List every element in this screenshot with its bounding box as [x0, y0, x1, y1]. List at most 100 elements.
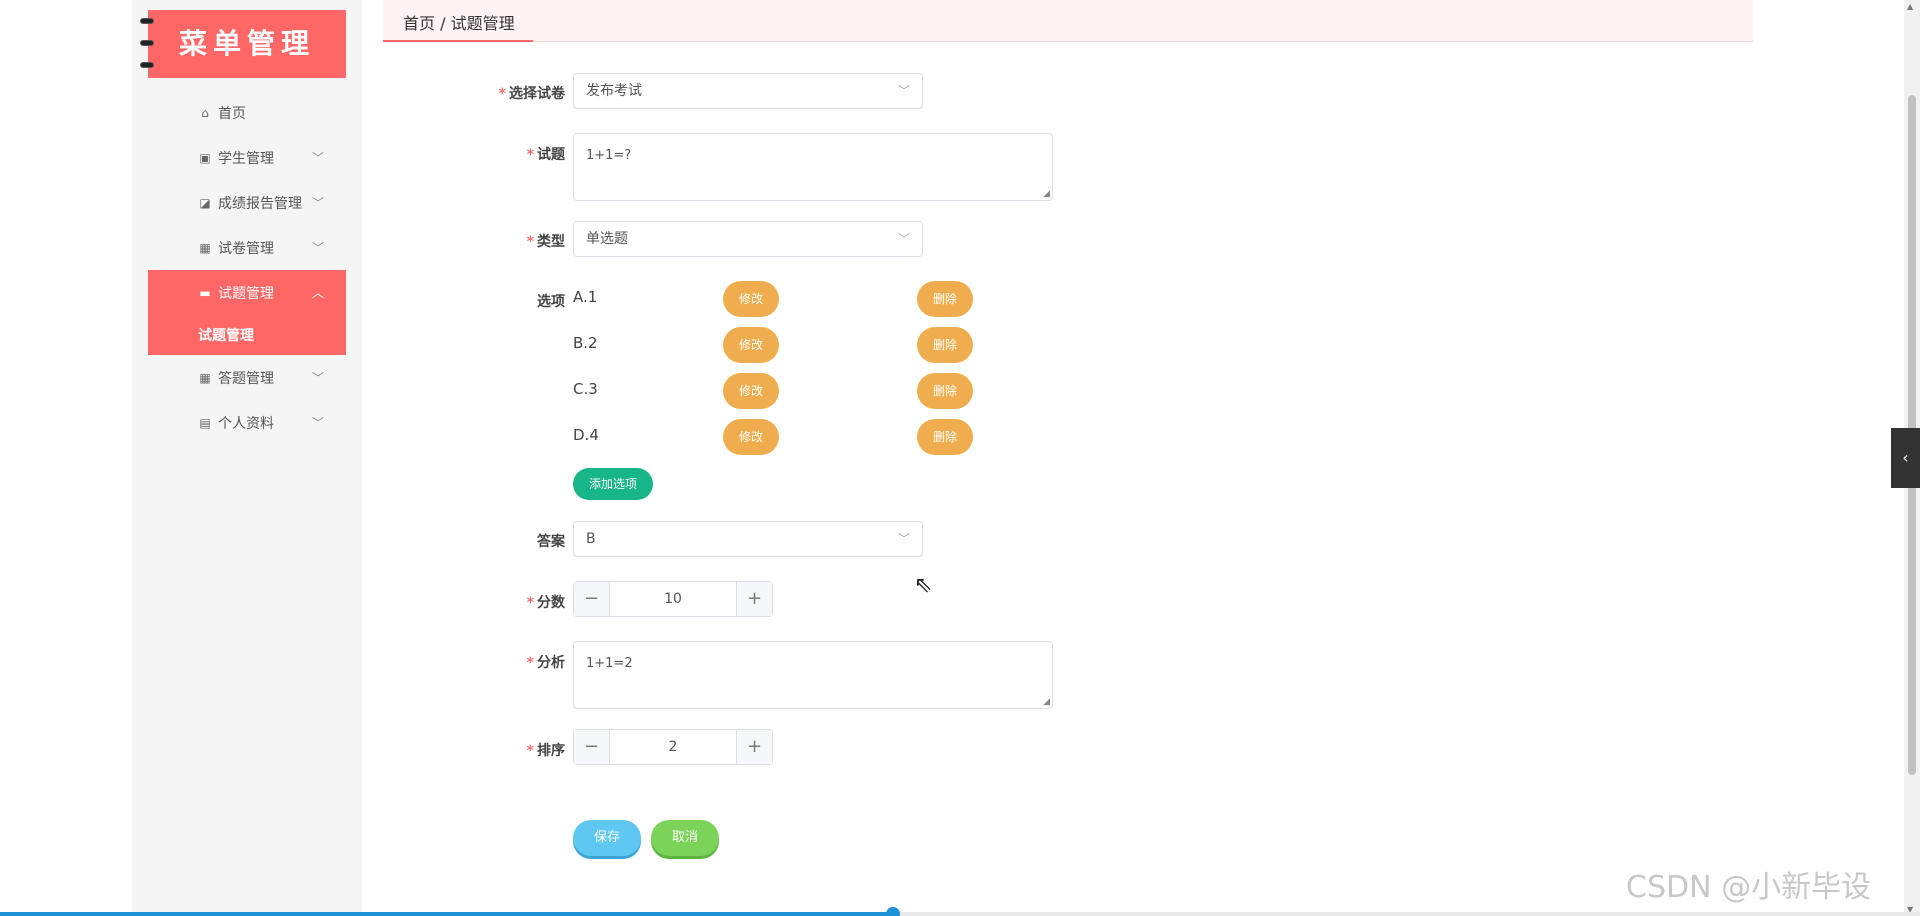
sidebar-item-label: 试卷管理 [218, 240, 274, 257]
score-label: 分数 [537, 595, 565, 611]
option-text: B.2 [573, 334, 598, 352]
edit-option-button[interactable]: 修改 [723, 373, 779, 409]
video-progress-knob[interactable] [886, 907, 900, 916]
sort-stepper[interactable]: − 2 + [573, 729, 773, 765]
plus-icon[interactable]: + [736, 730, 772, 764]
sidebar-item-home[interactable]: ⌂ 首页 [148, 90, 346, 135]
sidebar: 菜单管理 ⌂ 首页 ▣ 学生管理 ﹀ ◪ 成绩报告管理 ﹀ ▦ 试卷管理 ﹀ ▬… [132, 0, 362, 916]
option-text: A.1 [573, 288, 598, 306]
breadcrumb: 首页 / 试题管理 [383, 0, 1753, 42]
analysis-textarea[interactable]: 1+1=2 ◢ [573, 641, 1053, 709]
options-label: 选项 [537, 294, 565, 310]
save-button[interactable]: 保存 [573, 820, 641, 856]
chevron-left-icon: ‹ [1902, 448, 1909, 467]
plus-icon[interactable]: + [736, 582, 772, 616]
form-row-question: * 试题 [470, 144, 573, 164]
chevron-down-icon: ﹀ [311, 196, 324, 210]
sidebar-item-label: 首页 [218, 105, 246, 122]
chevron-down-icon: ﹀ [897, 532, 910, 546]
sidebar-item-reports[interactable]: ◪ 成绩报告管理 ﹀ [148, 180, 346, 225]
paper-select[interactable]: 发布考试 ﹀ [573, 73, 923, 109]
logo: 菜单管理 [140, 10, 346, 78]
scroll-up-icon[interactable]: ▲ [1907, 2, 1913, 11]
delete-option-button[interactable]: 删除 [917, 419, 973, 455]
logo-text: 菜单管理 [178, 27, 315, 60]
chevron-down-icon: ﹀ [897, 232, 910, 246]
chevron-down-icon: ﹀ [897, 84, 910, 98]
sort-value[interactable]: 2 [610, 730, 736, 764]
answer-label: 答案 [537, 534, 565, 550]
home-icon: ⌂ [201, 105, 209, 120]
form-row-type: * 类型 [470, 231, 573, 251]
answer-select[interactable]: B ﹀ [573, 521, 923, 557]
type-select-value: 单选题 [586, 231, 628, 247]
sidebar-item-questions[interactable]: ▬ 试题管理 ︿ [148, 270, 346, 315]
add-option-button[interactable]: 添加选项 [573, 468, 653, 500]
required-mark: * [526, 655, 534, 671]
video-progress-bar[interactable] [0, 907, 1920, 916]
sidebar-item-students[interactable]: ▣ 学生管理 ﹀ [148, 135, 346, 180]
resize-handle-icon[interactable]: ◢ [1043, 189, 1050, 199]
grid-icon: ▦ [199, 370, 211, 385]
sidebar-item-label: 答题管理 [218, 370, 274, 387]
chevron-down-icon: ﹀ [311, 416, 324, 430]
required-mark: * [526, 147, 534, 163]
score-value[interactable]: 10 [610, 582, 736, 616]
collapse-panel-button[interactable]: ‹ [1891, 428, 1920, 488]
sidebar-item-papers[interactable]: ▦ 试卷管理 ﹀ [148, 225, 346, 270]
minus-icon[interactable]: − [574, 730, 610, 764]
grid-icon: ▦ [199, 240, 211, 255]
monitor-icon: ▬ [199, 285, 211, 300]
analysis-label: 分析 [537, 655, 565, 671]
score-stepper[interactable]: − 10 + [573, 581, 773, 617]
mouse-cursor-icon: ⇖ [914, 573, 933, 598]
minus-icon[interactable]: − [574, 582, 610, 616]
paper-select-value: 发布考试 [586, 83, 642, 99]
delete-option-button[interactable]: 删除 [917, 327, 973, 363]
edit-option-button[interactable]: 修改 [723, 281, 779, 317]
breadcrumb-text[interactable]: 首页 / 试题管理 [403, 10, 515, 34]
sidebar-item-label: 试题管理 [218, 285, 274, 302]
question-value: 1+1=? [586, 148, 632, 163]
sidebar-menu: ⌂ 首页 ▣ 学生管理 ﹀ ◪ 成绩报告管理 ﹀ ▦ 试卷管理 ﹀ ▬ 试题管理 [148, 90, 346, 445]
analysis-value: 1+1=2 [586, 656, 633, 671]
sidebar-item-label: 个人资料 [218, 415, 274, 432]
sidebar-subitem-questions[interactable]: 试题管理 [148, 315, 346, 355]
breadcrumb-underline [383, 40, 533, 42]
sidebar-item-label: 成绩报告管理 [218, 195, 302, 212]
form-row-options: 选项 [470, 291, 573, 311]
delete-option-button[interactable]: 删除 [917, 281, 973, 317]
sidebar-item-answers[interactable]: ▦ 答题管理 ﹀ [148, 355, 346, 400]
form-row-analysis: * 分析 [470, 652, 573, 672]
clipboard-icon: ▣ [199, 150, 211, 165]
form-row-paper: * 选择试卷 [470, 83, 573, 103]
page: 菜单管理 ⌂ 首页 ▣ 学生管理 ﹀ ◪ 成绩报告管理 ﹀ ▦ 试卷管理 ﹀ ▬… [0, 0, 1920, 916]
cancel-button[interactable]: 取消 [651, 820, 719, 856]
form-row-sort: * 排序 [470, 740, 573, 760]
question-textarea[interactable]: 1+1=? ◢ [573, 133, 1053, 201]
chevron-down-icon: ﹀ [311, 241, 324, 255]
answer-select-value: B [586, 531, 596, 547]
calendar-icon: ▤ [199, 415, 211, 430]
required-mark: * [498, 86, 506, 102]
watermark: CSDN @小新毕设 [1626, 870, 1872, 905]
sort-label: 排序 [537, 743, 565, 759]
question-label: 试题 [537, 147, 565, 163]
chevron-up-icon: ︿ [311, 286, 324, 300]
delete-option-button[interactable]: 删除 [917, 373, 973, 409]
chart-icon: ◪ [199, 195, 211, 210]
required-mark: * [526, 595, 534, 611]
required-mark: * [526, 743, 534, 759]
option-text: D.4 [573, 426, 599, 444]
required-mark: * [526, 234, 534, 250]
video-progress-fill [0, 912, 893, 916]
type-select[interactable]: 单选题 ﹀ [573, 221, 923, 257]
form-row-score: * 分数 [470, 592, 573, 612]
sidebar-item-profile[interactable]: ▤ 个人资料 ﹀ [148, 400, 346, 445]
edit-option-button[interactable]: 修改 [723, 419, 779, 455]
resize-handle-icon[interactable]: ◢ [1043, 697, 1050, 707]
option-text: C.3 [573, 380, 598, 398]
edit-option-button[interactable]: 修改 [723, 327, 779, 363]
chevron-down-icon: ﹀ [311, 371, 324, 385]
sidebar-item-label: 学生管理 [218, 150, 274, 167]
